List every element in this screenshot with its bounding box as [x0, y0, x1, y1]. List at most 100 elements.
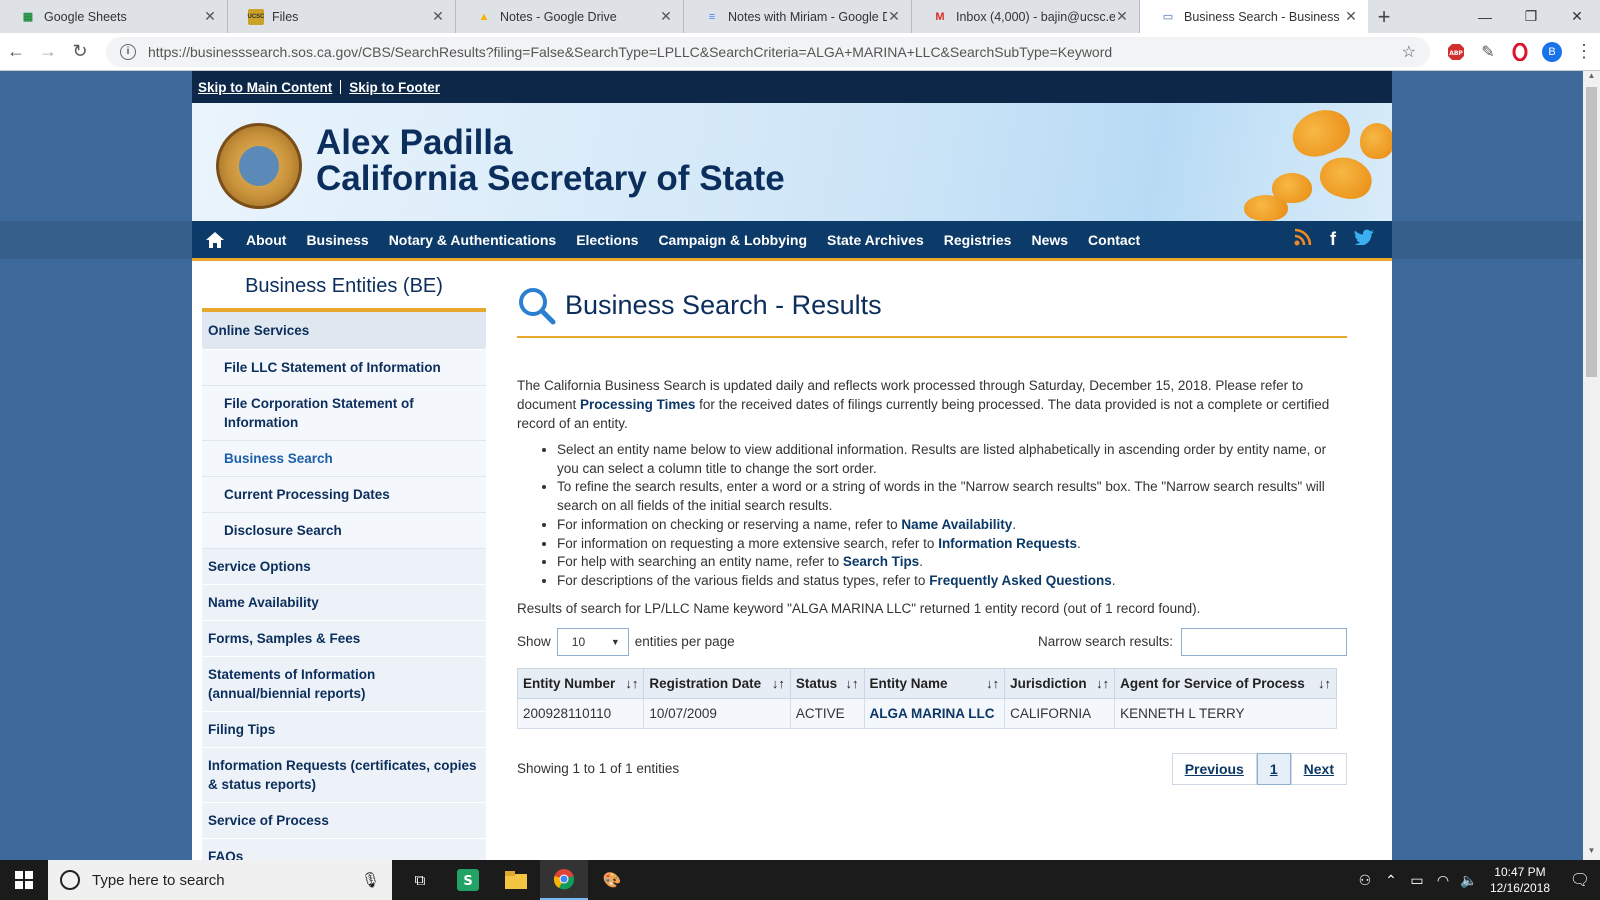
sort-arrows-icon[interactable]: ↓↑	[986, 676, 999, 691]
minimize-icon[interactable]: —	[1462, 0, 1508, 33]
browser-tab[interactable]: M Inbox (4,000) - bajin@ucsc.edu ✕	[912, 0, 1140, 33]
nav-link-business[interactable]: Business	[306, 232, 368, 248]
page-scrollbar[interactable]: ▲ ▼	[1583, 71, 1600, 860]
sidebar-item-forms-samples-fees[interactable]: Forms, Samples & Fees	[202, 621, 486, 657]
page-size-select[interactable]: 10 ▼	[556, 627, 629, 656]
browser-tab[interactable]: ▭ Business Search - Business Enti✕	[1140, 0, 1368, 33]
close-window-icon[interactable]: ✕	[1554, 0, 1600, 33]
restore-icon[interactable]: ❐	[1508, 0, 1554, 33]
column-header-jurisdiction[interactable]: Jurisdiction ↓↑	[1004, 667, 1116, 699]
nav-link-contact[interactable]: Contact	[1088, 232, 1140, 248]
taskbar-search-box[interactable]: Type here to search 🎙	[48, 860, 392, 900]
bookmark-star-icon[interactable]: ☆	[1402, 42, 1416, 62]
nav-link-elections[interactable]: Elections	[576, 232, 638, 248]
volume-icon[interactable]: 🔈	[1456, 872, 1482, 889]
sidebar-item-file-llc-statement-of-information[interactable]: File LLC Statement of Information	[202, 350, 486, 386]
nav-link-notary-authentications[interactable]: Notary & Authentications	[389, 232, 557, 248]
sort-arrows-icon[interactable]: ↓↑	[1318, 676, 1331, 691]
sidebar-item-business-search[interactable]: Business Search	[202, 441, 486, 477]
nav-link-news[interactable]: News	[1031, 232, 1068, 248]
site-info-icon[interactable]: i	[120, 43, 136, 60]
scroll-up-arrow[interactable]: ▲	[1583, 71, 1600, 85]
current-page-button[interactable]: 1	[1256, 752, 1291, 785]
sidebar-heading[interactable]: Business Entities (BE)	[202, 261, 486, 312]
rss-icon[interactable]	[1294, 228, 1312, 251]
sort-arrows-icon[interactable]: ↓↑	[625, 676, 638, 691]
wifi-icon[interactable]: ◠	[1430, 872, 1456, 889]
browser-tab[interactable]: ≡ Notes with Miriam - Google Do ✕	[684, 0, 912, 33]
sort-arrows-icon[interactable]: ↓↑	[772, 676, 785, 691]
sidebar-item-name-availability[interactable]: Name Availability	[202, 585, 486, 621]
microphone-icon[interactable]: 🎙	[361, 871, 380, 889]
column-header-entity-number[interactable]: Entity Number ↓↑	[516, 667, 645, 699]
tab-close-icon[interactable]: ✕	[203, 8, 217, 25]
file-explorer-icon[interactable]	[492, 860, 540, 900]
sidebar-item-faqs[interactable]: FAQs	[202, 839, 486, 860]
nav-link-campaign-lobbying[interactable]: Campaign & Lobbying	[658, 232, 807, 248]
profile-avatar[interactable]: B	[1536, 41, 1568, 62]
forward-icon[interactable]: →	[32, 41, 64, 62]
chrome-app-icon[interactable]	[540, 860, 588, 900]
url-text[interactable]: https://businesssearch.sos.ca.gov/CBS/Se…	[148, 44, 1402, 60]
reload-icon[interactable]: ↻	[64, 41, 96, 62]
browser-tab[interactable]: UCSC Files ✕	[228, 0, 456, 33]
paint-app-icon[interactable]: 🎨	[588, 860, 636, 900]
next-page-button[interactable]: Next	[1290, 752, 1347, 785]
nav-link-about[interactable]: About	[246, 232, 286, 248]
tab-close-icon[interactable]: ✕	[659, 8, 673, 25]
tab-close-icon[interactable]: ✕	[1344, 8, 1358, 25]
banner-title[interactable]: Alex Padilla California Secretary of Sta…	[316, 125, 785, 197]
battery-icon[interactable]: ▭	[1404, 872, 1430, 889]
column-header-entity-name[interactable]: Entity Name ↓↑	[863, 667, 1006, 699]
nav-link-registries[interactable]: Registries	[944, 232, 1012, 248]
task-view-icon[interactable]: ⧉	[396, 860, 444, 900]
opera-extension-icon[interactable]	[1504, 42, 1536, 61]
taskbar-clock[interactable]: 10:47 PM 12/16/2018	[1490, 864, 1550, 896]
sidebar-item-service-of-process[interactable]: Service of Process	[202, 803, 486, 839]
extension-pen-icon[interactable]: ✎	[1472, 42, 1504, 62]
people-icon[interactable]: ⚇	[1352, 872, 1378, 889]
windows-start-icon[interactable]	[0, 860, 48, 900]
scrollbar-thumb[interactable]	[1586, 87, 1597, 377]
adblock-icon[interactable]: ABP	[1440, 43, 1472, 61]
browser-tab[interactable]: ▦ Google Sheets ✕	[0, 0, 228, 33]
sidebar-item-information-requests-certificates-copies-status-reports[interactable]: Information Requests (certificates, copi…	[202, 748, 486, 803]
browser-tab[interactable]: ▲ Notes - Google Drive ✕	[456, 0, 684, 33]
tab-close-icon[interactable]: ✕	[431, 8, 445, 25]
entity-name-link[interactable]: ALGA MARINA LLC	[870, 706, 995, 721]
nav-link-state-archives[interactable]: State Archives	[827, 232, 924, 248]
sheets-app-icon[interactable]: S	[444, 860, 492, 900]
sidebar-item-file-corporation-statement-of-information[interactable]: File Corporation Statement of Informatio…	[202, 386, 486, 441]
processing-times-link[interactable]: Processing Times	[580, 397, 695, 412]
tray-chevron-icon[interactable]: ⌃	[1378, 872, 1404, 889]
action-center-icon[interactable]: 🗨	[1560, 870, 1600, 890]
twitter-icon[interactable]	[1354, 229, 1374, 250]
help-link-information-requests[interactable]: Information Requests	[938, 536, 1077, 551]
address-bar[interactable]: i https://businesssearch.sos.ca.gov/CBS/…	[106, 36, 1430, 67]
previous-page-button[interactable]: Previous	[1171, 752, 1257, 785]
tab-close-icon[interactable]: ✕	[1115, 8, 1129, 25]
state-seal-logo[interactable]	[216, 123, 302, 209]
chrome-menu-icon[interactable]: ⋮	[1568, 41, 1600, 62]
home-icon[interactable]	[204, 229, 226, 251]
sidebar-item-online-services[interactable]: Online Services	[202, 312, 486, 350]
sidebar-item-filing-tips[interactable]: Filing Tips	[202, 712, 486, 748]
sidebar-item-current-processing-dates[interactable]: Current Processing Dates	[202, 477, 486, 513]
sort-arrows-icon[interactable]: ↓↑	[846, 676, 859, 691]
new-tab-button[interactable]: +	[1368, 0, 1400, 33]
scroll-down-arrow[interactable]: ▼	[1583, 846, 1600, 860]
narrow-search-input[interactable]	[1181, 627, 1347, 656]
tab-close-icon[interactable]: ✕	[887, 8, 901, 25]
column-header-agent-for-service-of-process[interactable]: Agent for Service of Process ↓↑	[1114, 667, 1337, 699]
skip-to-main-link[interactable]: Skip to Main Content	[198, 80, 332, 95]
sort-arrows-icon[interactable]: ↓↑	[1096, 676, 1109, 691]
column-header-registration-date[interactable]: Registration Date ↓↑	[643, 667, 791, 699]
help-link-frequently-asked-questions[interactable]: Frequently Asked Questions	[929, 573, 1112, 588]
skip-to-footer-link[interactable]: Skip to Footer	[349, 80, 440, 95]
back-icon[interactable]: ←	[0, 41, 32, 62]
facebook-icon[interactable]: f	[1330, 229, 1336, 250]
sidebar-item-statements-of-information-annual-biennial-reports[interactable]: Statements of Information (annual/bienni…	[202, 657, 486, 712]
column-header-status[interactable]: Status ↓↑	[789, 667, 865, 699]
help-link-search-tips[interactable]: Search Tips	[843, 554, 919, 569]
help-link-name-availability[interactable]: Name Availability	[901, 517, 1012, 532]
